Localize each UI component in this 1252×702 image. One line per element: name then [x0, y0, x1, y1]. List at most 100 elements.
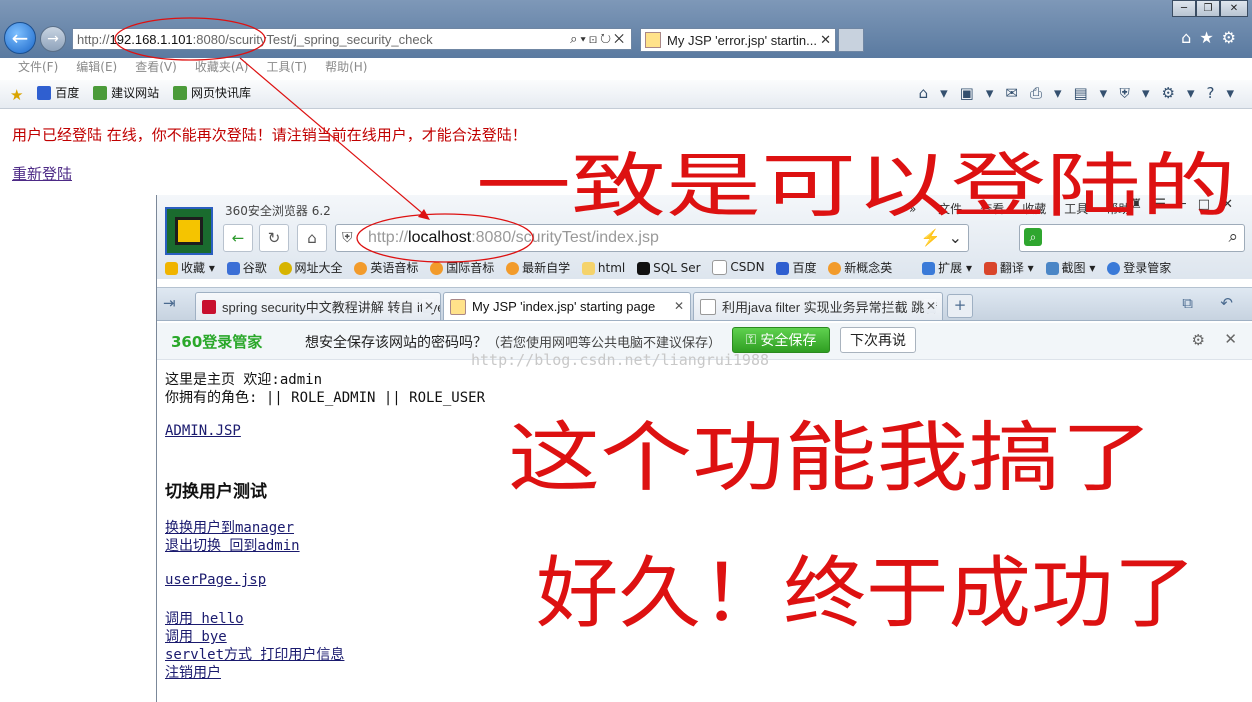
maximize-icon[interactable]: □	[1198, 197, 1222, 212]
fav-baidu[interactable]: 百度	[37, 80, 79, 106]
call-bye-link[interactable]: 调用 bye	[165, 626, 227, 646]
menu-tools[interactable]: 工具	[1064, 202, 1088, 216]
back-button[interactable]: ←	[4, 22, 36, 54]
shield-icon: ⛨	[342, 229, 353, 245]
sidebar-toggle-icon[interactable]: ⇥	[163, 294, 176, 312]
favorites-star-icon[interactable]: ★	[10, 82, 23, 108]
home-icon[interactable]: ⌂	[1181, 28, 1199, 47]
tool-extensions[interactable]: 扩展 ▾	[922, 256, 972, 280]
tool-translate[interactable]: 翻译 ▾	[983, 256, 1034, 280]
address-tools: ⌕▾⊡↻✕	[570, 31, 627, 46]
exit-switch-link[interactable]: 退出切换 回到admin	[165, 535, 300, 555]
tab-spring-security[interactable]: spring security中文教程讲解 转自 iteye ✕	[195, 292, 441, 320]
relogin-link[interactable]: 重新登陆	[12, 163, 72, 184]
gear-icon[interactable]: ⚙▾	[1162, 84, 1207, 102]
ie-tab-error-jsp[interactable]: My JSP 'error.jsp' startin... ✕	[640, 28, 836, 52]
menu-edit[interactable]: 编辑(E)	[76, 58, 117, 76]
bookmark-selfstudy[interactable]: 最新自学	[506, 256, 570, 280]
bookmark-english[interactable]: 英语音标	[354, 256, 418, 280]
tool-screenshot[interactable]: 截图 ▾	[1045, 256, 1095, 280]
bookmark-favorites[interactable]: 收藏 ▾	[165, 256, 215, 280]
rss-icon[interactable]: ▣▾	[960, 84, 1006, 102]
bookmark-baidu[interactable]: 百度	[776, 256, 816, 280]
fav-label: 网页快讯库	[190, 86, 251, 100]
call-hello-link[interactable]: 调用 hello	[165, 608, 244, 628]
tab-list-icon[interactable]: ⧉	[1182, 294, 1193, 312]
menu-help[interactable]: 帮助(H)	[325, 58, 367, 76]
menu-view[interactable]: 查看(V)	[135, 58, 177, 76]
menu-icon[interactable]: ☰	[1154, 197, 1178, 212]
tab-index-jsp[interactable]: My JSP 'index.jsp' starting page ✕	[443, 292, 691, 320]
back-button[interactable]: ←	[223, 224, 253, 252]
menu-file[interactable]: 文件	[938, 202, 962, 216]
search-icon[interactable]: ⌕	[1228, 227, 1238, 247]
menu-help[interactable]: 帮助	[1106, 202, 1130, 216]
search-engine-icon[interactable]: ⌕	[1024, 228, 1042, 246]
site-icon	[354, 261, 368, 275]
menu-favorites[interactable]: 收藏	[1022, 202, 1046, 216]
help-icon[interactable]: ?▾	[1207, 84, 1247, 102]
logout-link[interactable]: 注销用户	[165, 662, 221, 682]
lightning-icon[interactable]: ⚡	[921, 228, 941, 248]
menu-view[interactable]: 查看	[980, 202, 1004, 216]
mail-icon[interactable]: ✉	[1005, 84, 1030, 102]
menu-file[interactable]: 文件(F)	[18, 58, 58, 76]
tab-java-filter[interactable]: 利用java filter 实现业务异常拦截 跳转 ✕	[693, 292, 943, 320]
menu-tools[interactable]: 工具(T)	[266, 58, 307, 76]
maximize-icon[interactable]: ❐	[1196, 0, 1220, 17]
skin-icon[interactable]: ♜	[1131, 197, 1155, 212]
page-menu-icon[interactable]: ▤▾	[1073, 84, 1119, 102]
ie-address-bar[interactable]: http://192.168.1.101:8080/scurityTest/j_…	[72, 28, 632, 50]
site-icon	[506, 261, 520, 275]
close-tab-icon[interactable]: ✕	[923, 299, 936, 313]
bookmark-sqlserver[interactable]: SQL Ser	[637, 256, 701, 280]
close-tab-icon[interactable]: ✕	[820, 32, 831, 48]
admin-jsp-link[interactable]: ADMIN.JSP	[165, 423, 241, 439]
stop-icon[interactable]: ✕	[614, 31, 627, 46]
close-icon[interactable]: ✕	[1222, 197, 1245, 212]
bookmark-newconcept[interactable]: 新概念英	[828, 256, 892, 280]
menu-favorites[interactable]: 收藏夹(A)	[195, 58, 249, 76]
fav-web-slices[interactable]: 网页快讯库	[172, 80, 251, 106]
page-icon	[172, 86, 187, 100]
minimize-icon[interactable]: ─	[1172, 0, 1196, 17]
new-tab-button[interactable]	[838, 28, 864, 52]
gear-icon[interactable]: ⚙	[1192, 331, 1205, 349]
tool-login-manager[interactable]: 登录管家	[1107, 256, 1171, 280]
bookmark-google[interactable]: 谷歌	[226, 256, 267, 280]
minimize-icon[interactable]: ─	[1178, 197, 1198, 212]
switch-to-manager-link[interactable]: 换换用户到manager	[165, 517, 294, 537]
search-input[interactable]: ⌕ ⌕	[1019, 224, 1245, 252]
print-icon[interactable]: ⎙▾	[1030, 84, 1074, 102]
search-icon[interactable]: ⌕	[570, 31, 580, 46]
forward-button[interactable]: →	[40, 26, 66, 52]
bookmark-ipa[interactable]: 国际音标	[430, 256, 494, 280]
close-icon[interactable]: ✕	[1224, 330, 1237, 348]
servlet-print-link[interactable]: servlet方式 打印用户信息	[165, 644, 344, 664]
refresh-icon[interactable]: ↻	[600, 31, 614, 46]
close-icon[interactable]: ✕	[1220, 0, 1248, 17]
safety-icon[interactable]: ⛨▾	[1119, 84, 1161, 102]
fav-suggested-sites[interactable]: 建议网站	[93, 80, 159, 106]
chevrons-icon[interactable]: »	[909, 202, 916, 216]
bookmark-label: 新概念英	[844, 261, 893, 275]
chevron-down-icon[interactable]: ⌄	[949, 228, 962, 248]
close-tab-icon[interactable]: ✕	[671, 299, 684, 313]
star-icon[interactable]: ★	[1199, 28, 1221, 47]
bookmark-html[interactable]: html	[581, 256, 625, 280]
url-host: 192.168.1.101	[109, 31, 193, 47]
close-tab-icon[interactable]: ✕	[421, 299, 434, 313]
gear-icon[interactable]: ⚙	[1222, 28, 1244, 47]
compat-icon[interactable]: ⊡	[589, 31, 600, 46]
bookmark-csdn[interactable]: CSDN	[712, 255, 765, 279]
home-icon[interactable]: ⌂▾	[919, 84, 960, 102]
new-tab-button[interactable]: +	[947, 294, 973, 318]
refresh-button[interactable]: ↻	[259, 224, 289, 252]
home-button[interactable]: ⌂	[297, 224, 327, 252]
save-password-button[interactable]: ⚿ 安全保存	[732, 327, 830, 353]
userpage-link[interactable]: userPage.jsp	[165, 572, 266, 588]
w360-address-bar[interactable]: ⛨ http://localhost:8080/scurityTest/inde…	[335, 224, 969, 252]
undo-close-icon[interactable]: ↶	[1220, 294, 1233, 312]
later-button[interactable]: 下次再说	[840, 327, 916, 353]
bookmark-hao[interactable]: 网址大全	[278, 256, 343, 280]
